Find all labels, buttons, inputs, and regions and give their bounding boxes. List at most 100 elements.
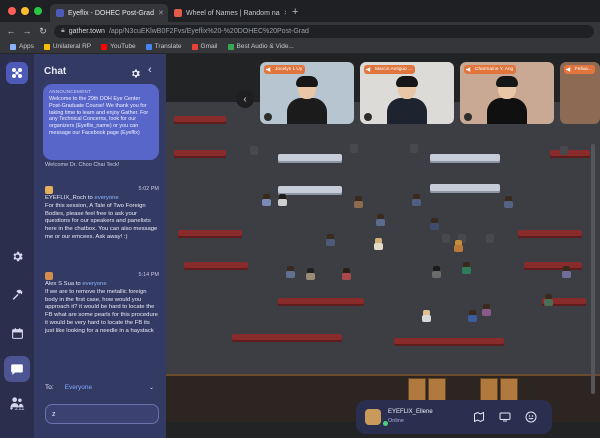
avatar[interactable] bbox=[365, 409, 381, 425]
player-avatar[interactable] bbox=[326, 234, 335, 246]
bench-row bbox=[550, 150, 590, 158]
message-sender: Alex S Sua bbox=[45, 281, 75, 287]
message-recipient[interactable]: everyone bbox=[94, 195, 118, 201]
announcement-text: Welcome to the 29th DOH Eye Center Post-… bbox=[49, 95, 149, 137]
chat-input-value: z bbox=[52, 410, 56, 418]
player-avatar[interactable] bbox=[342, 268, 351, 280]
minimize-window-button[interactable] bbox=[21, 7, 29, 15]
megaphone-icon bbox=[366, 67, 371, 72]
bottom-control-bar: EYEFLIX_Ellene Online bbox=[356, 400, 552, 434]
calendar-icon[interactable] bbox=[9, 325, 25, 341]
zoom-window-button[interactable] bbox=[34, 7, 42, 15]
youtube-icon bbox=[101, 43, 108, 50]
player-avatar[interactable] bbox=[286, 266, 295, 278]
chat-icon[interactable] bbox=[4, 356, 30, 382]
browser-tab-eyeflix[interactable]: Eyeflix - DOHEC Post-Grad ✕ bbox=[50, 4, 168, 22]
bookmark-gmail[interactable]: Gmail bbox=[191, 43, 218, 50]
recipient-value: Everyone bbox=[64, 383, 93, 391]
bookmark-youtube[interactable]: YouTube bbox=[101, 43, 136, 50]
player-avatar[interactable] bbox=[462, 262, 471, 274]
video-tile[interactable]: Jocelyn L Uy bbox=[260, 62, 354, 124]
video-tile[interactable]: Charmaine Y. Ang bbox=[460, 62, 554, 124]
gear-icon[interactable] bbox=[9, 248, 25, 264]
player-avatar[interactable] bbox=[374, 238, 383, 250]
video-strip: Jocelyn L Uy Marcio Antiguo ... Charmain… bbox=[260, 62, 600, 124]
video-tile[interactable]: Marcio Antiguo ... bbox=[360, 62, 454, 124]
screen-share-icon[interactable] bbox=[498, 410, 512, 424]
tab-title: Eyeflix - DOHEC Post-Grad bbox=[68, 9, 154, 17]
wheel-favicon-icon bbox=[174, 9, 182, 17]
bench-row bbox=[174, 116, 226, 124]
chat-message-input[interactable]: z bbox=[45, 404, 159, 424]
desk bbox=[278, 186, 342, 195]
player-avatar[interactable] bbox=[376, 214, 385, 226]
bookmark-unilateral-rp[interactable]: Unilateral RP bbox=[43, 43, 91, 50]
bookmark-apps[interactable]: Apps bbox=[10, 43, 34, 50]
gather-logo-icon[interactable] bbox=[6, 62, 28, 84]
url-host: gather.town bbox=[68, 27, 105, 35]
player-avatar[interactable] bbox=[430, 218, 439, 230]
browser-tab-wheel[interactable]: Wheel of Names | Random na ✕ bbox=[168, 4, 286, 22]
player-avatar[interactable] bbox=[412, 194, 421, 206]
player-avatar[interactable] bbox=[432, 266, 441, 278]
forward-icon[interactable]: → bbox=[22, 26, 32, 36]
new-tab-button[interactable]: + bbox=[286, 6, 304, 22]
chat-settings-icon[interactable] bbox=[130, 66, 141, 78]
desk bbox=[430, 154, 500, 163]
bench-row bbox=[518, 230, 582, 238]
recipient-row: To: Everyone ⌄ bbox=[45, 380, 159, 394]
browser-tab-bar: Eyeflix - DOHEC Post-Grad ✕ Wheel of Nam… bbox=[0, 0, 600, 22]
avatar bbox=[45, 186, 53, 194]
close-tab-icon[interactable]: ✕ bbox=[158, 9, 164, 17]
bench-row bbox=[174, 150, 226, 158]
message-text: If we are to remove the metallic foreign… bbox=[45, 288, 158, 334]
player-avatar[interactable] bbox=[468, 310, 477, 322]
map-scrollbar[interactable] bbox=[591, 144, 595, 394]
gather-favicon-icon bbox=[56, 9, 64, 17]
address-bar-row: ← → ↻ 🔒︎ gather.town/app/N3cuEKlwB0F2Fvs… bbox=[0, 22, 600, 40]
player-avatar[interactable] bbox=[504, 196, 513, 208]
player-avatar[interactable] bbox=[306, 268, 315, 280]
player-avatar[interactable] bbox=[278, 194, 287, 206]
video-name-tag: Marcio Antiguo ... bbox=[364, 65, 416, 74]
megaphone-icon bbox=[466, 67, 471, 72]
player-avatar[interactable] bbox=[454, 240, 463, 252]
desk bbox=[278, 154, 342, 163]
url-path: /app/N3cuEKlwB0F2Fvs/Eyeflix%20-%20DOHEC… bbox=[108, 27, 309, 35]
message-recipient[interactable]: everyone bbox=[82, 281, 106, 287]
back-icon[interactable]: ← bbox=[6, 26, 16, 36]
player-avatar[interactable] bbox=[354, 196, 363, 208]
chair bbox=[350, 144, 358, 153]
participant-video bbox=[387, 76, 427, 124]
message-time: 5:14 PM bbox=[138, 272, 159, 279]
close-window-button[interactable] bbox=[8, 7, 16, 15]
announcement-card: ANNOUNCEMENT Welcome to the 29th DOH Eye… bbox=[43, 84, 159, 160]
video-tile[interactable]: Felixa... bbox=[560, 62, 600, 124]
chevron-left-icon[interactable]: ‹ bbox=[236, 90, 254, 108]
player-avatar[interactable] bbox=[482, 304, 491, 316]
recipient-select[interactable]: Everyone ⌄ bbox=[60, 381, 159, 393]
collapse-chat-icon[interactable]: ‹ bbox=[148, 64, 152, 76]
my-status[interactable]: Online bbox=[388, 418, 404, 424]
emoji-icon[interactable] bbox=[524, 410, 538, 424]
bookmark-translate[interactable]: Translate bbox=[145, 43, 182, 50]
player-avatar[interactable] bbox=[562, 266, 571, 278]
bench-row bbox=[178, 230, 242, 238]
message-to: to bbox=[75, 281, 81, 287]
reload-icon[interactable]: ↻ bbox=[38, 26, 48, 37]
player-avatar[interactable] bbox=[262, 194, 271, 206]
message-to: to bbox=[87, 195, 93, 201]
url-field[interactable]: 🔒︎ gather.town/app/N3cuEKlwB0F2Fvs/Eyefl… bbox=[54, 24, 594, 38]
bookmark-best-audio[interactable]: Best Audio & Vide... bbox=[227, 43, 294, 50]
bench-row bbox=[278, 298, 364, 306]
hammer-icon[interactable] bbox=[9, 286, 25, 302]
player-avatar[interactable] bbox=[544, 294, 553, 306]
participant-video bbox=[287, 76, 327, 124]
announcement-tag: ANNOUNCEMENT bbox=[49, 89, 92, 94]
gather-map-canvas[interactable]: ‹ Jocelyn L Uy Marcio Antiguo ... Charma… bbox=[166, 54, 600, 438]
megaphone-icon bbox=[566, 67, 571, 72]
player-avatar[interactable] bbox=[422, 310, 431, 322]
map-icon[interactable] bbox=[472, 410, 486, 424]
my-name[interactable]: EYEFLIX_Ellene bbox=[388, 409, 433, 415]
video-name-tag: Felixa... bbox=[564, 65, 595, 74]
